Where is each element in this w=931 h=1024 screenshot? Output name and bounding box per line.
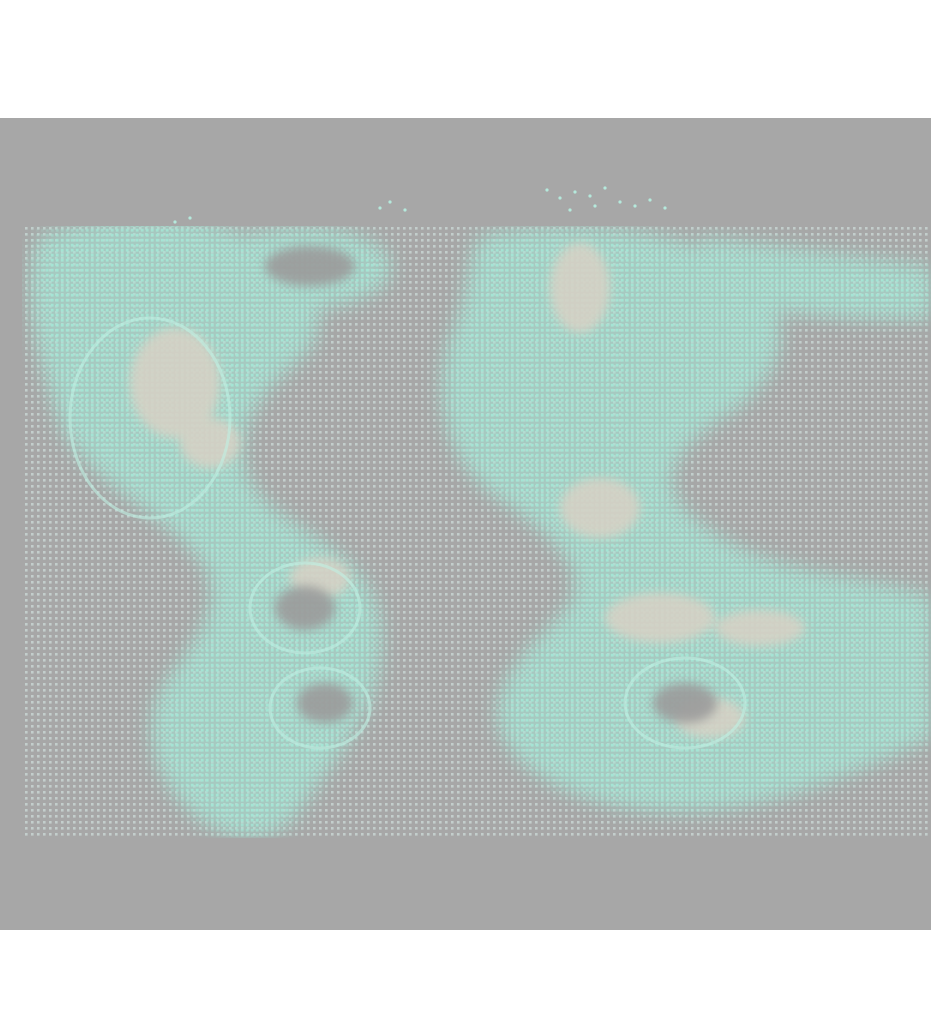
point-cloud-panel	[0, 118, 931, 930]
particle-field	[0, 118, 931, 930]
page	[0, 0, 931, 1024]
